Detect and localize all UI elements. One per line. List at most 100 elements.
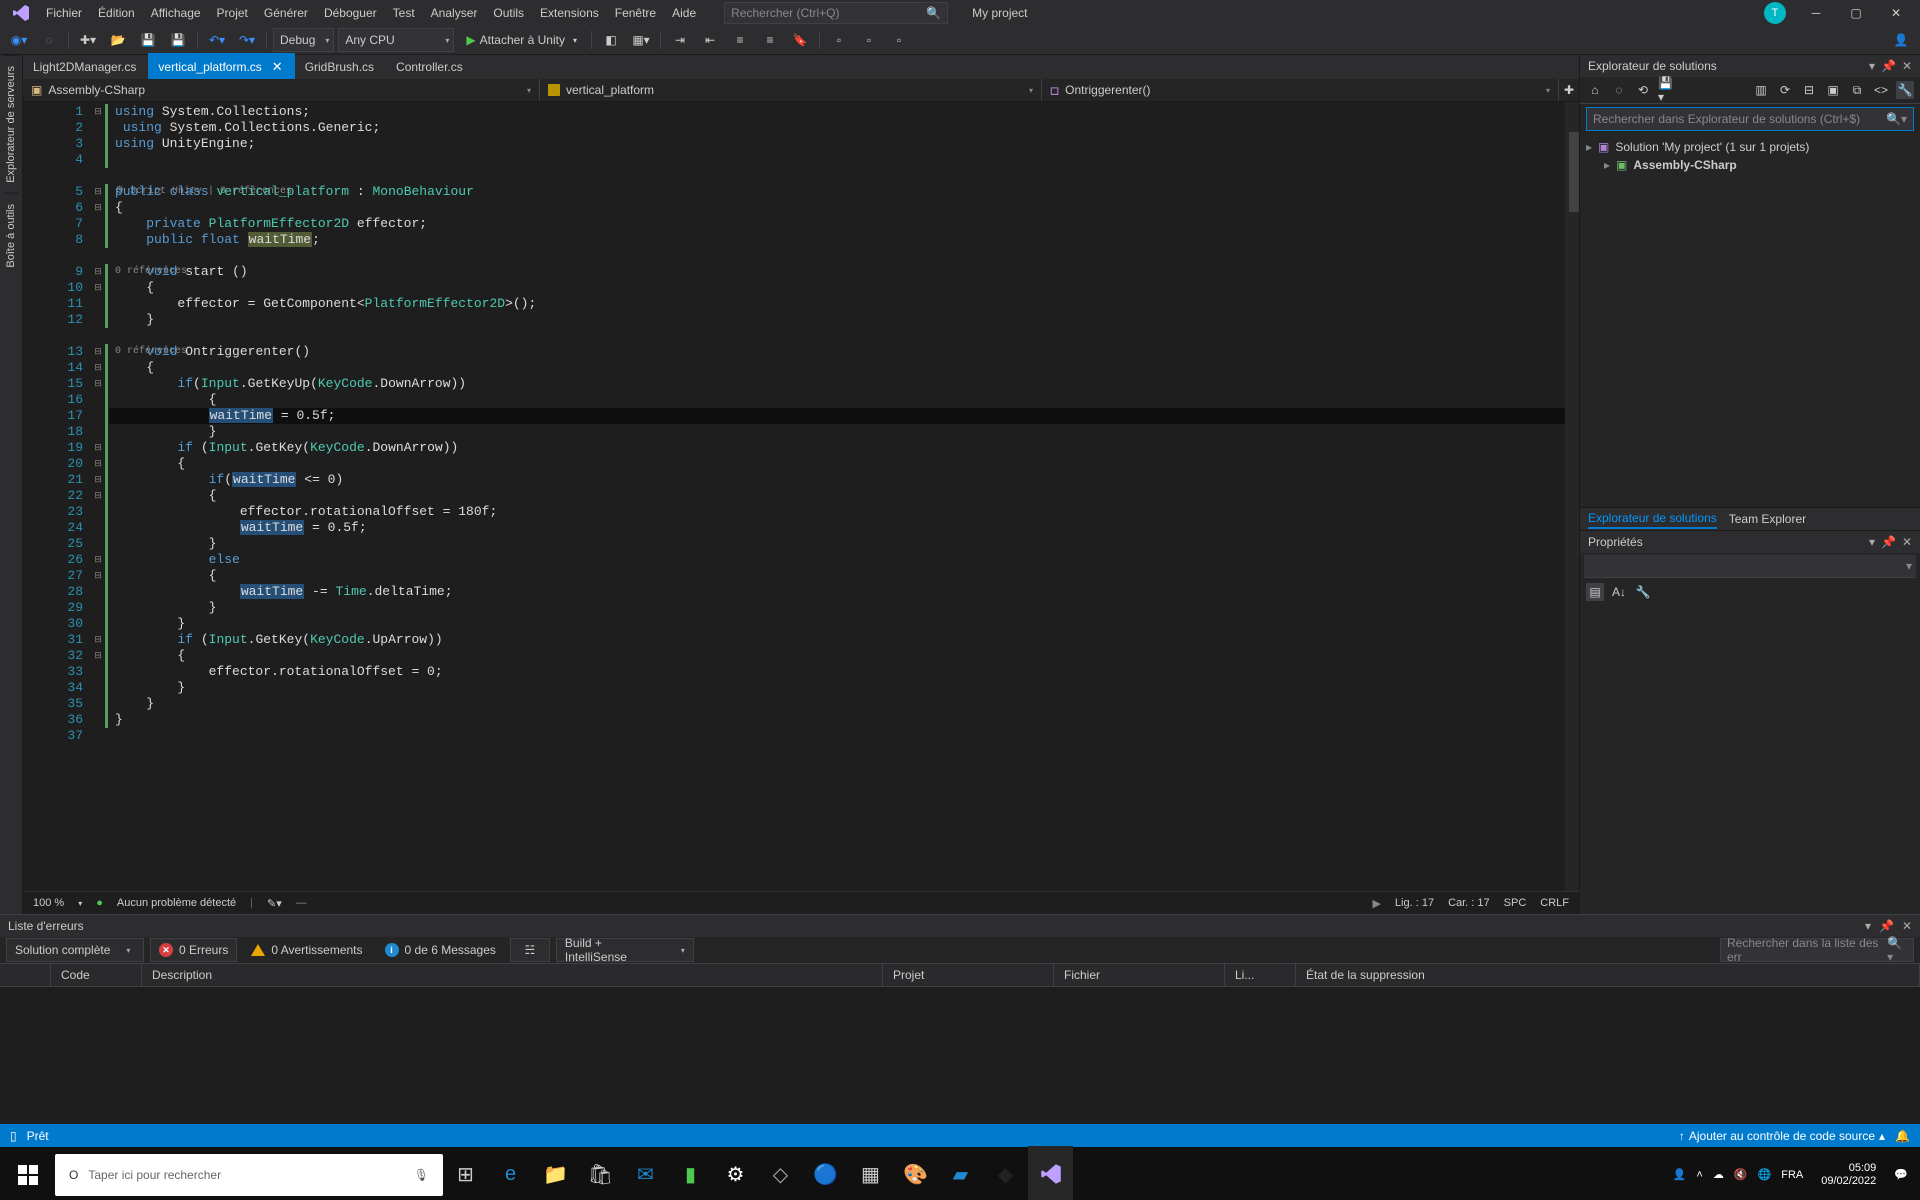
tool-icon[interactable]: ✎▾ bbox=[267, 897, 282, 910]
se-expand-icon[interactable]: ▣ bbox=[1824, 81, 1842, 99]
app1-icon[interactable]: ▮ bbox=[668, 1147, 713, 1200]
err-col[interactable]: Li... bbox=[1225, 964, 1296, 986]
tab-close-icon[interactable]: ✕ bbox=[272, 59, 283, 75]
err-dropdown-icon[interactable]: ▾ bbox=[1865, 919, 1871, 933]
err-col[interactable]: Projet bbox=[883, 964, 1054, 986]
system-tray[interactable]: 👤 ˄ ☁ 🔇 🌐 FRA 05:09 09/02/2022 💬 bbox=[1661, 1162, 1920, 1188]
prop-wrench-icon[interactable]: 🔧 bbox=[1634, 583, 1652, 601]
se-home-icon[interactable]: ⌂ bbox=[1586, 81, 1604, 99]
taskview-icon[interactable]: ⊞ bbox=[443, 1147, 488, 1200]
maximize-button[interactable]: ▢ bbox=[1836, 0, 1876, 26]
tb-misc-3[interactable]: ▫ bbox=[886, 29, 912, 51]
left-rail-tab-server-explorer[interactable]: Explorateur de serveurs bbox=[3, 55, 19, 193]
undo-icon[interactable]: ↶▾ bbox=[204, 29, 230, 51]
se-sync-icon[interactable]: ⟲ bbox=[1634, 81, 1652, 99]
nav-dd-class[interactable]: vertical_platform ▾ bbox=[540, 79, 1042, 101]
menu-fichier[interactable]: Fichier bbox=[38, 0, 90, 26]
err-close-icon[interactable]: ✕ bbox=[1902, 919, 1912, 933]
err-col[interactable]: Description bbox=[142, 964, 883, 986]
prop-az-icon[interactable]: A↓ bbox=[1610, 583, 1628, 601]
err-col[interactable]: État de la suppression bbox=[1296, 964, 1920, 986]
se-prop-icon[interactable]: ⧉ bbox=[1848, 81, 1866, 99]
nav-dd-method[interactable]: ◻ Ontriggerenter() ▾ bbox=[1042, 79, 1559, 101]
unity-icon[interactable]: ◆ bbox=[983, 1147, 1028, 1200]
project-node[interactable]: ▸ ▣ Assembly-CSharp bbox=[1586, 156, 1914, 174]
platform-dropdown[interactable]: Any CPU bbox=[338, 28, 454, 52]
new-item-icon[interactable]: ✚▾ bbox=[75, 29, 101, 51]
app-grid-icon[interactable]: ▦ bbox=[848, 1147, 893, 1200]
photos-icon[interactable]: ▰ bbox=[938, 1147, 983, 1200]
user-avatar[interactable]: T bbox=[1764, 2, 1786, 24]
se-collapse-icon[interactable]: ⊟ bbox=[1800, 81, 1818, 99]
explorer-icon[interactable]: 📁 bbox=[533, 1147, 578, 1200]
code-editor[interactable]: 1234567891011121314151617181920212223242… bbox=[23, 102, 1579, 891]
tb-outdent-icon[interactable]: ⇤ bbox=[697, 29, 723, 51]
tb-uncomment-icon[interactable]: ≡ bbox=[757, 29, 783, 51]
error-scope-dropdown[interactable]: Solution complète bbox=[6, 938, 144, 962]
tb-misc-1[interactable]: ▫ bbox=[826, 29, 852, 51]
tb-comment-icon[interactable]: ≡ bbox=[727, 29, 753, 51]
warnings-filter[interactable]: 0 Avertissements bbox=[243, 939, 370, 961]
keyboard-lang[interactable]: FRA bbox=[1781, 1169, 1803, 1181]
se-back-icon[interactable]: ◌ bbox=[1610, 81, 1628, 99]
solution-explorer-search[interactable]: Rechercher dans Explorateur de solutions… bbox=[1586, 107, 1914, 131]
menu-analyser[interactable]: Analyser bbox=[423, 0, 486, 26]
menu-extensions[interactable]: Extensions bbox=[532, 0, 607, 26]
attach-unity-button[interactable]: ▶ Attacher à Unity ▾ bbox=[458, 29, 585, 51]
menu-projet[interactable]: Projet bbox=[209, 0, 256, 26]
menu-édition[interactable]: Édition bbox=[90, 0, 143, 26]
panel-dropdown-icon[interactable]: ▾ bbox=[1869, 59, 1875, 73]
menu-affichage[interactable]: Affichage bbox=[143, 0, 209, 26]
menu-fenêtre[interactable]: Fenêtre bbox=[607, 0, 664, 26]
source-control-button[interactable]: ↑ Ajouter au contrôle de code source ▴ bbox=[1679, 1129, 1885, 1143]
doc-tab[interactable]: Light2DManager.cs bbox=[23, 53, 148, 79]
mail-icon[interactable]: ✉ bbox=[623, 1147, 668, 1200]
se-view-icon[interactable]: <> bbox=[1872, 81, 1890, 99]
visual-studio-icon[interactable] bbox=[1028, 1146, 1073, 1200]
doc-tab[interactable]: Controller.cs bbox=[386, 53, 475, 79]
prop-dropdown-icon[interactable]: ▾ bbox=[1869, 535, 1875, 549]
solution-node[interactable]: ▸ ▣ Solution 'My project' (1 sur 1 proje… bbox=[1586, 138, 1914, 156]
nav-dd-project[interactable]: ▣ Assembly-CSharp ▾ bbox=[23, 79, 540, 101]
se-save-icon[interactable]: 💾▾ bbox=[1658, 81, 1676, 99]
menu-search[interactable]: Rechercher (Ctrl+Q) 🔍 bbox=[724, 2, 948, 24]
people-icon[interactable]: 👤 bbox=[1673, 1168, 1687, 1181]
volume-icon[interactable]: 🔇 bbox=[1734, 1168, 1748, 1181]
paint-icon[interactable]: 🎨 bbox=[893, 1147, 938, 1200]
save-all-icon[interactable]: 💾 bbox=[165, 29, 191, 51]
properties-dropdown[interactable]: ▾ bbox=[1584, 555, 1916, 578]
errors-filter[interactable]: ✕ 0 Erreurs bbox=[150, 938, 237, 962]
tb-btn-2[interactable]: ▦▾ bbox=[628, 29, 654, 51]
minimap[interactable] bbox=[1565, 102, 1579, 891]
redo-icon[interactable]: ↷▾ bbox=[234, 29, 260, 51]
doc-tab[interactable]: vertical_platform.cs✕ bbox=[148, 53, 294, 79]
zoom-level[interactable]: 100 % bbox=[33, 897, 64, 909]
open-icon[interactable]: 📂 bbox=[105, 29, 131, 51]
err-col[interactable]: Code bbox=[51, 964, 142, 986]
err-col[interactable]: Fichier bbox=[1054, 964, 1225, 986]
panel-pin-icon[interactable]: 📌 bbox=[1881, 59, 1896, 73]
prop-close-icon[interactable]: ✕ bbox=[1902, 535, 1912, 549]
taskbar-clock[interactable]: 05:09 09/02/2022 bbox=[1813, 1162, 1884, 1188]
settings-icon[interactable]: ⚙ bbox=[713, 1147, 758, 1200]
se-wrench-icon[interactable]: 🔧 bbox=[1896, 81, 1914, 99]
prop-pin-icon[interactable]: 📌 bbox=[1881, 535, 1896, 549]
minimize-button[interactable]: ─ bbox=[1796, 0, 1836, 26]
tab-team-explorer[interactable]: Team Explorer bbox=[1729, 510, 1806, 528]
menu-test[interactable]: Test bbox=[385, 0, 423, 26]
nav-fwd-icon[interactable]: ◌ bbox=[36, 29, 62, 51]
doc-tab[interactable]: GridBrush.cs bbox=[295, 53, 386, 79]
menu-aide[interactable]: Aide bbox=[664, 0, 704, 26]
tb-btn-1[interactable]: ◧ bbox=[598, 29, 624, 51]
tb-bookmark-icon[interactable]: 🔖 bbox=[787, 29, 813, 51]
save-icon[interactable]: 💾 bbox=[135, 29, 161, 51]
build-intellisense-dropdown[interactable]: Build + IntelliSense bbox=[556, 938, 694, 962]
nav-split-icon[interactable]: ✚ bbox=[1559, 83, 1579, 97]
network-icon[interactable]: 🌐 bbox=[1758, 1168, 1772, 1181]
prop-cat-icon[interactable]: ▤ bbox=[1586, 583, 1604, 601]
messages-filter[interactable]: i 0 de 6 Messages bbox=[377, 939, 504, 961]
error-search[interactable]: Rechercher dans la liste des err 🔍▾ bbox=[1720, 938, 1914, 962]
menu-déboguer[interactable]: Déboguer bbox=[316, 0, 385, 26]
config-dropdown[interactable]: Debug bbox=[273, 28, 334, 52]
nav-back-icon[interactable]: ◉▾ bbox=[6, 29, 32, 51]
